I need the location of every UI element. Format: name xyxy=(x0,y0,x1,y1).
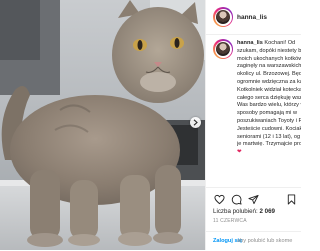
login-prompt: Zaloguj się aby polubić lub skome xyxy=(206,231,301,251)
caption-line: ogromnie wdzięczna za ka xyxy=(237,78,301,85)
caption-line: okolicy ul. Brzozowej. Będ xyxy=(237,71,301,78)
post-header: hanna_lis xyxy=(206,0,301,35)
caption-line: sposoby pomagają mi w xyxy=(237,110,298,117)
caption-area: hanna_lis Kochani! Od szukam, dopóki nie… xyxy=(206,34,301,187)
caption-line: całego serca dziękuję wszy xyxy=(237,94,301,101)
username-link[interactable]: hanna_lis xyxy=(237,14,267,21)
caption-line: moich ukochanych kotków xyxy=(237,55,301,62)
next-photo-button[interactable] xyxy=(190,117,201,128)
share-icon[interactable] xyxy=(248,192,259,205)
post-photo[interactable] xyxy=(0,0,205,250)
chevron-right-icon xyxy=(193,119,198,126)
username-link[interactable]: hanna_lis xyxy=(237,40,263,46)
caption-line: zaginęły na warszawskich xyxy=(237,63,301,70)
avatar[interactable] xyxy=(213,7,233,27)
post-date[interactable]: 11 CZERWCA xyxy=(213,218,247,224)
post-side-panel: hanna_lis hanna_lis Kochani! Od szukam, … xyxy=(205,0,301,250)
caption-line: poszukiwaniach Toyoty i F xyxy=(237,117,301,124)
avatar[interactable] xyxy=(213,39,233,59)
comment-icon[interactable] xyxy=(231,192,242,205)
post-caption: hanna_lis Kochani! Od szukam, dopóki nie… xyxy=(237,40,301,157)
caption-line: je martwię. Trzymajcie proc xyxy=(237,141,301,148)
caption-line: Was bardzo wielu, którzy v xyxy=(237,102,301,109)
likes-count[interactable]: Liczba polubień: 2 069 xyxy=(213,208,275,215)
likes-label: Liczba polubień: xyxy=(213,208,258,215)
login-prompt-text: aby polubić lub skome xyxy=(237,238,293,244)
caption-line: seniorami (12 i 13 lat), og xyxy=(237,133,301,140)
heart-icon[interactable] xyxy=(214,192,225,205)
caption-line: Kochani! Od xyxy=(264,40,296,46)
caption-line: ❤ xyxy=(237,149,242,156)
caption-line: Kotkolniek widział kotecka xyxy=(237,86,301,93)
bookmark-icon[interactable] xyxy=(286,192,297,205)
likes-number: 2 069 xyxy=(259,208,275,215)
post-actions: Liczba polubień: 2 069 11 CZERWCA Zalogu… xyxy=(206,187,301,250)
caption-line: Jesteście cudowni. Kociaki xyxy=(237,125,301,132)
caption-line: szukam, dopóki niestety be xyxy=(237,47,301,54)
cat-photo-image xyxy=(0,0,205,250)
